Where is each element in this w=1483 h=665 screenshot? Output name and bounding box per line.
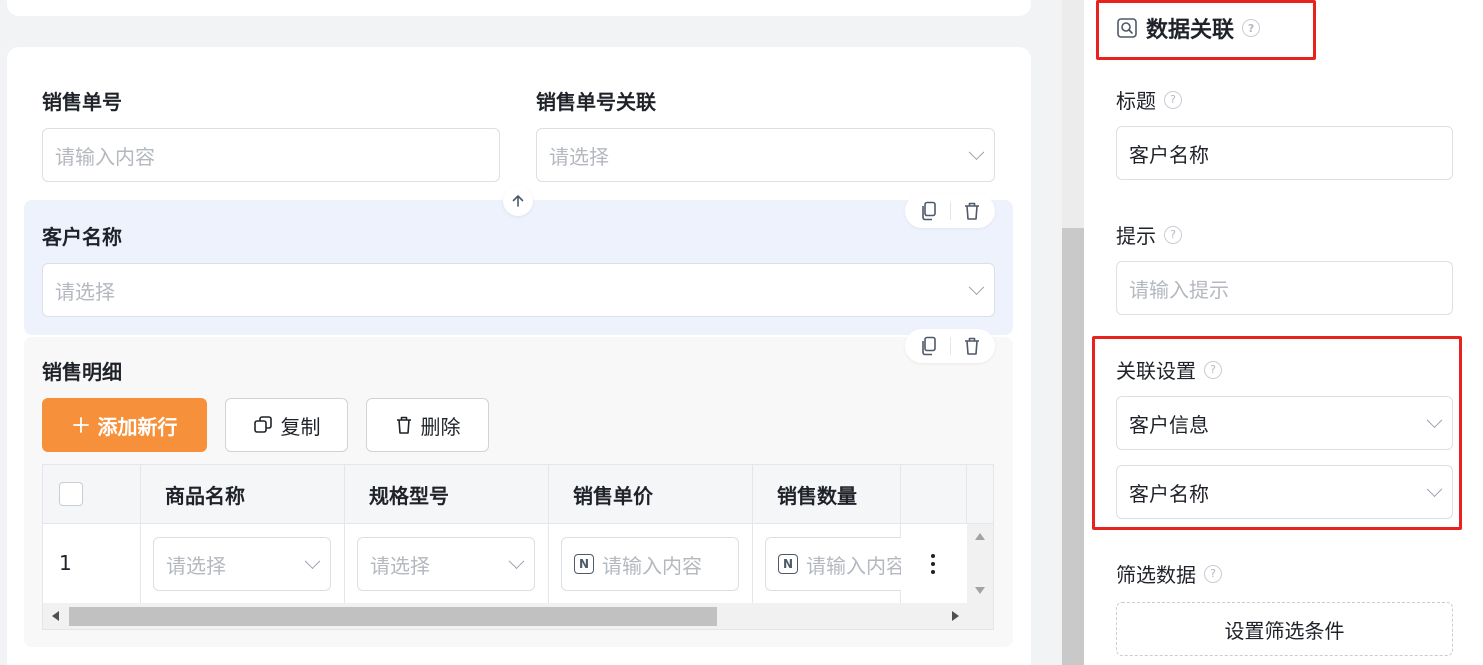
toolbar-divider xyxy=(949,202,951,220)
sales-no-link-label: 销售单号关联 xyxy=(536,90,656,114)
quantity-input[interactable]: N 请输入内容 xyxy=(765,537,901,591)
table-header: 商品名称 规格型号 销售单价 销售数量 xyxy=(43,465,993,524)
cell-placeholder: 请选择 xyxy=(166,553,226,578)
table-vertical-scrollbar[interactable] xyxy=(967,524,993,603)
hint-input[interactable]: 请输入提示 xyxy=(1116,261,1453,315)
sales-no-link-placeholder: 请选择 xyxy=(549,144,609,169)
set-filter-label: 设置筛选条件 xyxy=(1224,618,1345,643)
more-vertical-icon xyxy=(931,554,935,574)
filter-data-label: 筛选数据 ? xyxy=(1116,559,1222,588)
cell-placeholder: 请输入内容 xyxy=(602,553,702,578)
table-horizontal-scrollbar[interactable] xyxy=(43,603,993,629)
row-more-button[interactable] xyxy=(923,550,943,578)
sales-no-label: 销售单号 xyxy=(42,90,122,114)
scrollbar-thumb[interactable] xyxy=(1062,228,1084,665)
toolbar-divider xyxy=(949,337,951,355)
scroll-down-arrow[interactable] xyxy=(975,587,985,594)
delete-field-button[interactable] xyxy=(962,201,982,221)
delete-row-label: 删除 xyxy=(420,414,461,439)
help-icon[interactable]: ? xyxy=(1164,225,1182,244)
copy-row-label: 复制 xyxy=(280,414,321,439)
copy-row-button[interactable]: 复制 xyxy=(225,398,348,452)
column-divider xyxy=(140,524,141,603)
sales-no-link-select[interactable]: 请选择 xyxy=(536,128,995,182)
unit-price-input[interactable]: N 请输入内容 xyxy=(561,537,739,591)
trash-icon xyxy=(396,416,411,434)
plus-icon xyxy=(72,417,89,433)
trash-icon xyxy=(964,337,979,355)
scrollbar-thumb[interactable] xyxy=(69,607,717,626)
column-divider xyxy=(752,524,753,603)
help-icon[interactable]: ? xyxy=(1164,90,1182,109)
sales-no-input[interactable]: 请输入内容 xyxy=(42,128,500,182)
copy-icon xyxy=(253,416,272,433)
scroll-right-arrow[interactable] xyxy=(952,611,959,621)
customer-name-select[interactable]: 请选择 xyxy=(42,263,995,317)
column-header: 销售数量 xyxy=(753,465,901,524)
customer-name-placeholder: 请选择 xyxy=(55,279,115,304)
delete-subtable-button[interactable] xyxy=(962,336,982,356)
set-filter-button[interactable]: 设置筛选条件 xyxy=(1116,602,1453,656)
move-up-button[interactable] xyxy=(503,186,533,216)
field-toolbar xyxy=(905,194,995,228)
trash-icon xyxy=(964,202,979,220)
chevron-down-icon xyxy=(508,553,525,570)
spec-model-select[interactable]: 请选择 xyxy=(357,537,535,591)
column-header: 商品名称 xyxy=(141,465,345,524)
column-divider xyxy=(344,524,345,603)
sales-detail-table: 商品名称 规格型号 销售单价 销售数量 1 请选择 请选择 N 请输入内容 N … xyxy=(42,464,994,630)
title-input[interactable]: 客户名称 xyxy=(1116,126,1453,180)
cell-placeholder: 请输入内容 xyxy=(806,553,901,578)
select-all-cell xyxy=(43,465,141,524)
chevron-down-icon xyxy=(968,279,985,296)
hint-setting-text: 提示 xyxy=(1116,224,1156,248)
title-setting-label: 标题 ? xyxy=(1116,85,1182,114)
copy-subtable-button[interactable] xyxy=(919,336,939,356)
add-row-button[interactable]: 添加新行 xyxy=(42,398,207,452)
cell-placeholder: 请选择 xyxy=(370,553,430,578)
add-row-label: 添加新行 xyxy=(97,414,178,439)
title-input-value: 客户名称 xyxy=(1129,142,1209,167)
column-header: 销售单价 xyxy=(549,465,753,524)
select-all-checkbox[interactable] xyxy=(59,482,83,506)
hint-setting-label: 提示 ? xyxy=(1116,220,1182,249)
title-setting-text: 标题 xyxy=(1116,89,1156,113)
number-field-icon: N xyxy=(574,554,594,574)
scroll-up-arrow[interactable] xyxy=(975,533,985,540)
product-name-select[interactable]: 请选择 xyxy=(153,537,331,591)
actions-header xyxy=(901,465,967,524)
previous-card xyxy=(7,0,1031,16)
copy-icon xyxy=(921,336,936,356)
sales-no-placeholder: 请输入内容 xyxy=(55,144,155,169)
highlight-box-link-settings xyxy=(1092,336,1462,530)
delete-row-button[interactable]: 删除 xyxy=(366,398,489,452)
copy-field-button[interactable] xyxy=(919,201,939,221)
copy-icon xyxy=(921,201,936,221)
scroll-left-arrow[interactable] xyxy=(52,611,59,621)
customer-name-label: 客户名称 xyxy=(42,225,122,249)
row-index: 1 xyxy=(59,551,72,575)
help-icon[interactable]: ? xyxy=(1204,564,1222,583)
subtable-toolbar xyxy=(905,329,995,363)
canvas-scrollbar[interactable] xyxy=(1062,0,1084,665)
arrow-up-icon xyxy=(512,195,524,207)
number-field-icon: N xyxy=(778,554,798,574)
filter-data-text: 筛选数据 xyxy=(1116,563,1196,587)
sales-detail-label: 销售明细 xyxy=(42,360,122,384)
highlight-box-title xyxy=(1096,0,1316,60)
hint-input-placeholder: 请输入提示 xyxy=(1129,277,1229,302)
chevron-down-icon xyxy=(968,144,985,161)
column-header: 规格型号 xyxy=(345,465,549,524)
column-divider xyxy=(548,524,549,603)
chevron-down-icon xyxy=(304,553,321,570)
